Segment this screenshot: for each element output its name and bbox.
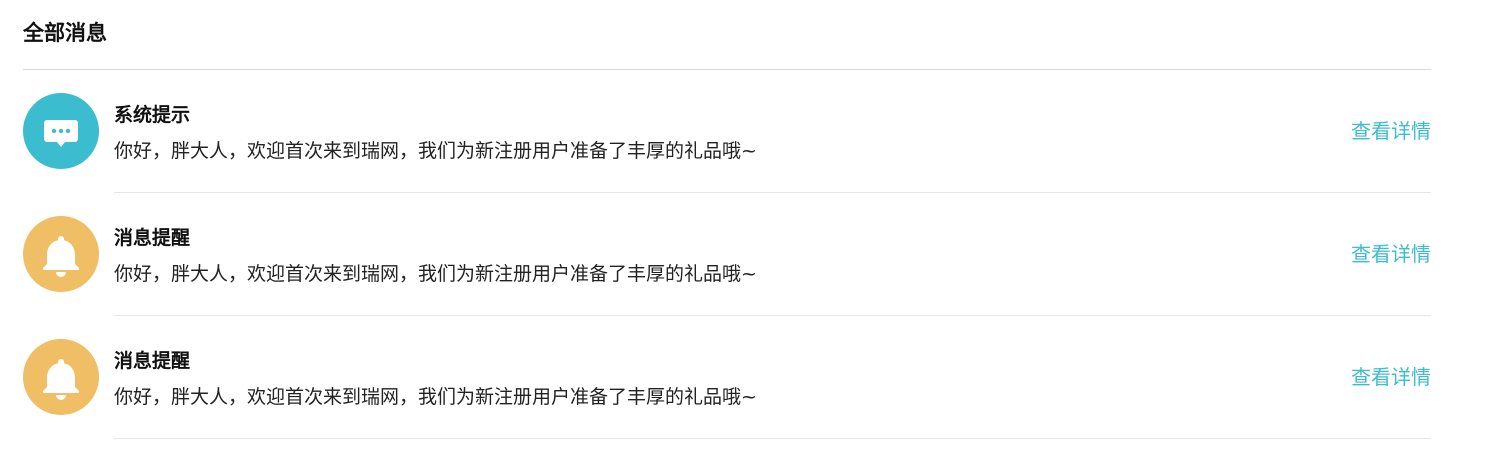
message-text: 你好，胖大人，欢迎首次来到瑞网，我们为新注册用户准备了丰厚的礼品哦~ bbox=[114, 263, 757, 285]
page-title: 全部消息 bbox=[23, 21, 107, 45]
message-text: 你好，胖大人，欢迎首次来到瑞网，我们为新注册用户准备了丰厚的礼品哦~ bbox=[114, 386, 757, 408]
message-item-reminder: 消息提醒 你好，胖大人，欢迎首次来到瑞网，我们为新注册用户准备了丰厚的礼品哦~ … bbox=[23, 193, 1431, 316]
message-text: 你好，胖大人，欢迎首次来到瑞网，我们为新注册用户准备了丰厚的礼品哦~ bbox=[114, 140, 757, 162]
view-details-link[interactable]: 查看详情 bbox=[1351, 364, 1431, 390]
view-details-link[interactable]: 查看详情 bbox=[1351, 241, 1431, 267]
message-item-reminder: 消息提醒 你好，胖大人，欢迎首次来到瑞网，我们为新注册用户准备了丰厚的礼品哦~ … bbox=[23, 316, 1431, 439]
message-title: 消息提醒 bbox=[114, 227, 191, 249]
divider bbox=[114, 438, 1431, 439]
messages-page: 全部消息 系统提示 你好，胖大人，欢迎首次来到瑞网，我们为新注册用户准备了丰厚的… bbox=[0, 0, 1494, 472]
bell-icon bbox=[23, 339, 99, 415]
message-item-system: 系统提示 你好，胖大人，欢迎首次来到瑞网，我们为新注册用户准备了丰厚的礼品哦~ … bbox=[23, 70, 1431, 193]
message-title: 消息提醒 bbox=[114, 350, 191, 372]
view-details-link[interactable]: 查看详情 bbox=[1351, 118, 1431, 144]
page-header: 全部消息 bbox=[23, 0, 1431, 70]
bell-icon bbox=[23, 216, 99, 292]
message-list: 系统提示 你好，胖大人，欢迎首次来到瑞网，我们为新注册用户准备了丰厚的礼品哦~ … bbox=[23, 70, 1431, 439]
message-title: 系统提示 bbox=[114, 104, 191, 126]
chat-bubble-icon bbox=[23, 93, 99, 169]
